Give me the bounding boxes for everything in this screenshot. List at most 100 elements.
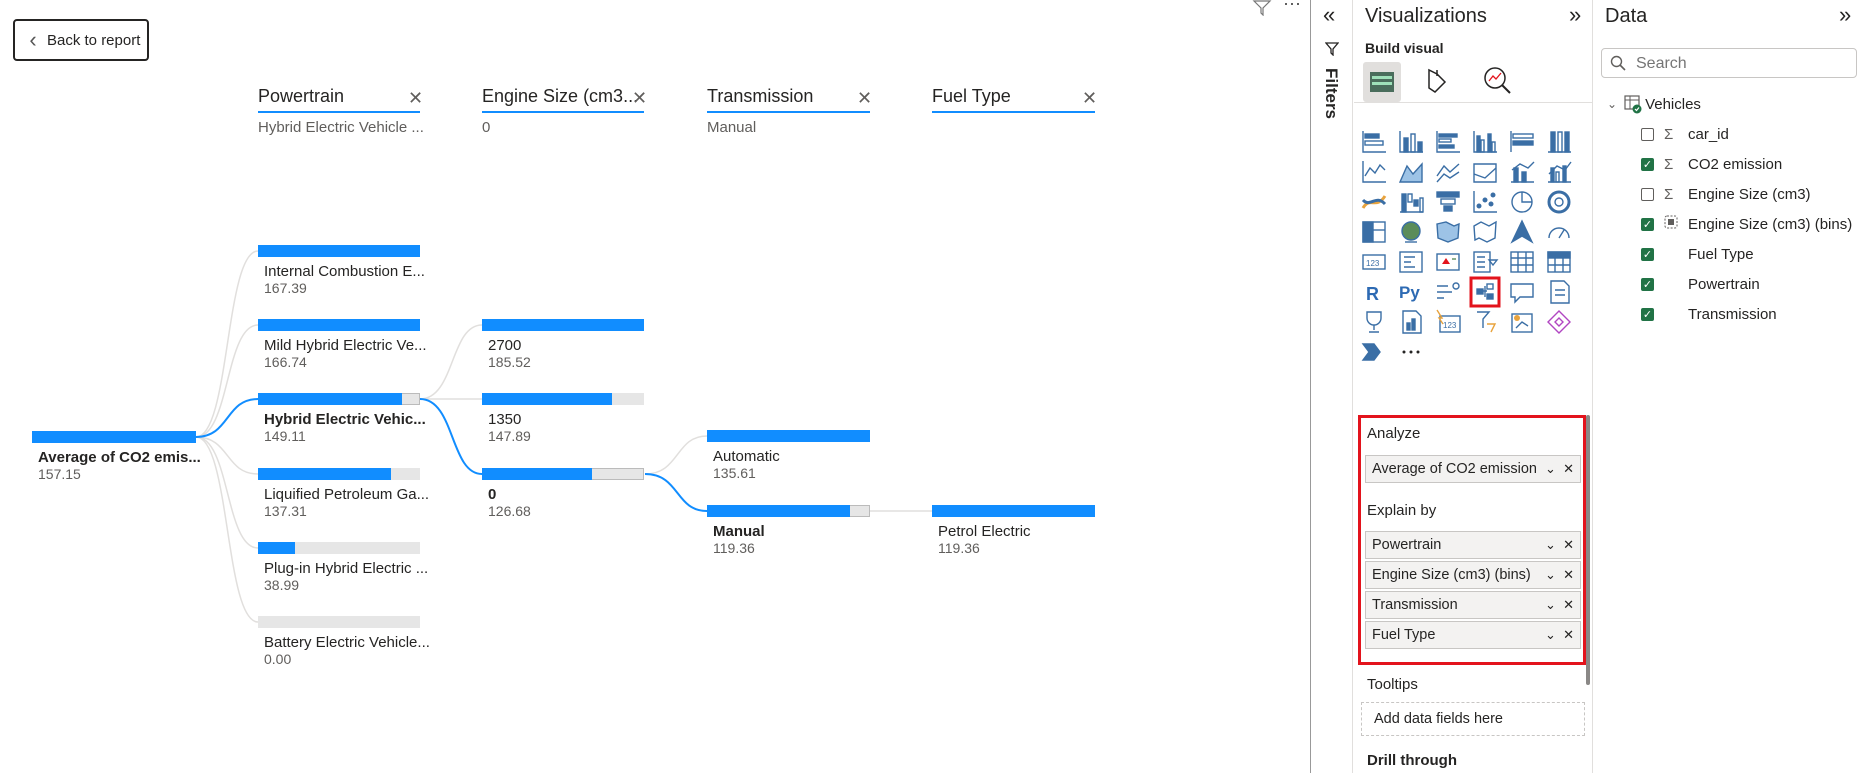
- field-controls[interactable]: ⌄ ✕: [1545, 597, 1574, 613]
- tree-node-root[interactable]: Average of CO2 emis... 157.15: [32, 431, 201, 482]
- field-checkbox[interactable]: ✓: [1641, 247, 1654, 261]
- power-automate-flow-icon: [1361, 343, 1381, 361]
- level-header-underline: [707, 111, 870, 113]
- tree-node[interactable]: Battery Electric Vehicle... 0.00: [258, 616, 430, 667]
- node-bar: [258, 245, 420, 257]
- smart-narrative-icon: [1550, 280, 1570, 304]
- tabs-divider: [1354, 102, 1592, 103]
- field-fuel-type[interactable]: ✓ Fuel Type: [1641, 243, 1754, 265]
- tree-node[interactable]: Mild Hybrid Electric Ve... 166.74: [258, 319, 427, 370]
- tree-node[interactable]: 1350 147.89: [482, 393, 644, 444]
- field-controls[interactable]: ⌄ ✕: [1545, 461, 1574, 477]
- node-bar: [258, 319, 420, 331]
- chevron-down-icon[interactable]: ⌄: [1607, 97, 1617, 111]
- visualizations-pane: Visualizations » Build visual 123 R Py 1…: [1352, 0, 1593, 773]
- remove-level-icon[interactable]: ✕: [632, 88, 647, 109]
- explain-by-field[interactable]: Fuel Type ⌄ ✕: [1365, 621, 1581, 649]
- node-value: 166.74: [264, 354, 307, 370]
- svg-text:123: 123: [1443, 321, 1457, 330]
- filter-funnel-icon[interactable]: [1252, 0, 1272, 21]
- field-car-id[interactable]: Σ car_id: [1641, 123, 1729, 145]
- tree-node[interactable]: Petrol Electric 119.36: [932, 505, 1095, 556]
- node-value: 119.36: [938, 540, 980, 556]
- donut-chart-icon: [1547, 190, 1571, 214]
- azure-map-icon: [1510, 219, 1534, 244]
- svg-text:R: R: [1366, 284, 1379, 304]
- field-controls[interactable]: ⌄ ✕: [1545, 627, 1574, 643]
- node-bar: [258, 468, 420, 480]
- field-checkbox[interactable]: [1641, 127, 1654, 141]
- field-engine-size-bins[interactable]: ✓ Engine Size (cm3) (bins): [1641, 213, 1852, 235]
- visual-types-grid: 123 R Py 123: [1358, 126, 1588, 416]
- tree-node-selected[interactable]: Hybrid Electric Vehic... 149.11: [258, 393, 426, 444]
- line-column-icon: [1511, 161, 1535, 183]
- line-chart-icon: [1362, 161, 1386, 183]
- tree-node-selected[interactable]: 0 126.68: [482, 468, 644, 519]
- slicer-icon: [1473, 251, 1499, 273]
- field-engine-size[interactable]: Σ Engine Size (cm3): [1641, 183, 1811, 205]
- filters-label: Filters: [1322, 68, 1341, 120]
- field-checkbox[interactable]: ✓: [1641, 277, 1654, 291]
- remove-level-icon[interactable]: ✕: [408, 88, 423, 109]
- field-controls[interactable]: ⌄ ✕: [1545, 567, 1574, 583]
- search-input[interactable]: [1634, 52, 1848, 76]
- field-checkbox[interactable]: ✓: [1641, 307, 1654, 321]
- tooltips-drop-zone[interactable]: Add data fields here: [1361, 702, 1585, 736]
- collapse-chevrons-icon[interactable]: »: [1839, 2, 1851, 28]
- analytics-tab-icon[interactable]: [1481, 64, 1513, 101]
- tree-node[interactable]: Internal Combustion E... 167.39: [258, 245, 425, 296]
- field-checkbox[interactable]: [1641, 187, 1654, 201]
- level-header-selection: Hybrid Electric Vehicle ...: [258, 119, 424, 136]
- sigma-icon: Σ: [1664, 185, 1674, 203]
- filters-pane-collapsed[interactable]: « Filters: [1310, 0, 1353, 773]
- power-automate-icon: [1477, 311, 1497, 333]
- level-header-title: Transmission: [707, 86, 814, 106]
- table-vehicles[interactable]: ⌄ Vehicles: [1607, 94, 1701, 114]
- map-icon: [1401, 221, 1421, 243]
- explain-by-field[interactable]: Transmission ⌄ ✕: [1365, 591, 1581, 619]
- node-label: Mild Hybrid Electric Ve...: [264, 337, 427, 354]
- node-bar: [32, 431, 196, 443]
- tree-node[interactable]: Liquified Petroleum Ga... 137.31: [258, 468, 429, 519]
- remove-level-icon[interactable]: ✕: [857, 88, 872, 109]
- node-value: 167.39: [264, 280, 307, 296]
- node-bar-fill: [258, 245, 420, 257]
- pane-scrollbar[interactable]: [1586, 415, 1590, 685]
- field-checkbox[interactable]: ✓: [1641, 157, 1654, 171]
- field-transmission[interactable]: ✓ Transmission: [1641, 303, 1777, 325]
- metrics-icon: [1511, 313, 1533, 333]
- tree-node-selected[interactable]: Manual 119.36: [707, 505, 870, 556]
- expand-chevrons-icon[interactable]: «: [1323, 2, 1335, 28]
- tree-node[interactable]: Automatic 135.61: [707, 430, 870, 481]
- explain-by-label: Explain by: [1367, 502, 1437, 519]
- paginated-report-icon: [1402, 310, 1422, 334]
- level-header-engine-size[interactable]: Engine Size (cm3... 0: [482, 86, 644, 136]
- analyze-field[interactable]: Average of CO2 emission ⌄ ✕: [1365, 455, 1581, 483]
- visual-type-icons[interactable]: 123 R Py 123: [1358, 126, 1588, 416]
- format-visual-tab-icon[interactable]: [1421, 66, 1451, 101]
- node-bar: [707, 430, 870, 442]
- table-icon: [1510, 251, 1534, 273]
- field-powertrain[interactable]: ✓ Powertrain: [1641, 273, 1760, 295]
- svg-text:123: 123: [1366, 259, 1380, 268]
- build-visual-tab[interactable]: [1363, 62, 1401, 102]
- gauge-icon: [1548, 227, 1570, 239]
- collapse-chevrons-icon[interactable]: »: [1569, 2, 1581, 28]
- clustered-column-icon: [1473, 131, 1497, 153]
- remove-level-icon[interactable]: ✕: [1082, 88, 1097, 109]
- explain-by-field[interactable]: Engine Size (cm3) (bins) ⌄ ✕: [1365, 561, 1581, 589]
- tree-node[interactable]: Plug-in Hybrid Electric ... 38.99: [258, 542, 428, 593]
- tree-node[interactable]: 2700 185.52: [482, 319, 644, 370]
- level-header-powertrain[interactable]: Powertrain Hybrid Electric Vehicle ...: [258, 86, 424, 136]
- field-controls[interactable]: ⌄ ✕: [1545, 537, 1574, 553]
- power-apps-icon: 123: [1436, 309, 1461, 333]
- search-box[interactable]: [1601, 48, 1857, 78]
- more-options-icon[interactable]: ⋯: [1283, 0, 1301, 15]
- field-co2-emission[interactable]: ✓ Σ CO2 emission: [1641, 153, 1782, 175]
- drill-through-label: Drill through: [1367, 752, 1457, 769]
- multi-row-card-icon: [1399, 251, 1423, 273]
- level-header-fuel-type[interactable]: Fuel Type: [932, 86, 1095, 113]
- field-checkbox[interactable]: ✓: [1641, 217, 1654, 231]
- explain-by-field[interactable]: Powertrain ⌄ ✕: [1365, 531, 1581, 559]
- level-header-transmission[interactable]: Transmission Manual: [707, 86, 870, 136]
